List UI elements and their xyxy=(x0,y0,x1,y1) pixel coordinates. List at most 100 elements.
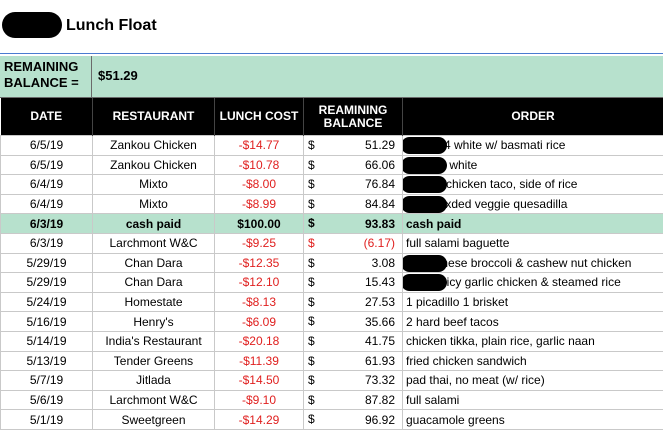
cell-restaurant[interactable]: Homestate xyxy=(92,291,215,313)
cell-balance[interactable]: $87.82 xyxy=(303,389,403,411)
cell-date[interactable]: 5/24/19 xyxy=(0,291,93,313)
cell-order[interactable]: full salami xyxy=(402,389,663,411)
table-row: 6/5/19 Zankou Chicken -$10.78 $66.06/4 whit… xyxy=(0,154,663,176)
cell-date[interactable]: 5/29/19 xyxy=(0,272,93,293)
cell-balance[interactable]: $61.93 xyxy=(303,350,403,372)
cell-order[interactable]: 1/4 white w/ basmati rice xyxy=(402,135,663,156)
currency-symbol: $ xyxy=(308,216,315,231)
cell-lunch-cost[interactable]: -$14.77 xyxy=(214,135,304,156)
table-row: 5/13/19 Tender Greens -$11.39 $61.93 fried c… xyxy=(0,350,663,372)
cell-balance[interactable]: $93.83 xyxy=(303,213,403,234)
cell-lunch-cost[interactable]: -$12.10 xyxy=(214,272,304,293)
cell-order[interactable]: 1 picadillo 1 brisket xyxy=(402,291,663,313)
cell-date[interactable]: 6/5/19 xyxy=(0,135,93,156)
balance-amount: 15.43 xyxy=(364,275,395,290)
header-balance-line2: BALANCE xyxy=(323,115,383,130)
cell-lunch-cost[interactable]: -$14.50 xyxy=(214,370,304,391)
order-text: /4 white xyxy=(436,157,478,172)
currency-symbol: $ xyxy=(308,373,315,388)
cell-order[interactable]: 1 chicken taco, side of rice xyxy=(402,174,663,195)
cell-order[interactable]: full salami baguette xyxy=(402,232,663,254)
balance-amount: 3.08 xyxy=(371,255,395,270)
cell-lunch-cost[interactable]: -$8.13 xyxy=(214,291,304,313)
sheet-title[interactable]: Lunch Float xyxy=(66,17,157,35)
cell-restaurant[interactable]: Chan Dara xyxy=(92,252,215,274)
order-text: cash paid xyxy=(406,216,462,231)
header-remaining-balance[interactable]: REAMINING BALANCE xyxy=(303,98,403,136)
cell-lunch-cost[interactable]: -$11.39 xyxy=(214,350,304,372)
cell-balance[interactable]: $15.43 xyxy=(303,272,403,293)
cell-order[interactable]: pad thai, no meat (w/ rice) xyxy=(402,370,663,391)
title-bar: Lunch Float xyxy=(0,0,663,54)
cell-date[interactable]: 6/3/19 xyxy=(0,232,93,254)
cell-lunch-cost[interactable]: -$14.29 xyxy=(214,409,304,430)
cell-order[interactable]: 2 hard beef tacos xyxy=(402,311,663,332)
cell-balance[interactable]: $35.66 xyxy=(303,311,403,332)
cell-balance[interactable]: $84.84 xyxy=(303,193,403,215)
cell-date[interactable]: 5/1/19 xyxy=(0,409,93,430)
cell-lunch-cost[interactable]: -$6.09 xyxy=(214,311,304,332)
cell-restaurant[interactable]: Larchmont W&C xyxy=(92,389,215,411)
balance-amount: 51.29 xyxy=(364,138,395,153)
cell-restaurant[interactable]: Jitlada xyxy=(92,370,215,391)
cell-order[interactable]: cash paid xyxy=(402,213,663,234)
cell-restaurant[interactable]: India's Restaurant xyxy=(92,330,215,352)
cell-date[interactable]: 6/3/19 xyxy=(0,213,93,234)
cell-balance[interactable]: $96.92 xyxy=(303,409,403,430)
remaining-balance-value[interactable]: $51.29 xyxy=(98,68,138,83)
cell-balance[interactable]: $51.29 xyxy=(303,135,403,156)
cell-date[interactable]: 5/6/19 xyxy=(0,389,93,411)
cell-restaurant[interactable]: Mixto xyxy=(92,174,215,195)
header-lunch-cost[interactable]: LUNCH COST xyxy=(214,98,304,136)
cell-balance[interactable]: $73.32 xyxy=(303,370,403,391)
cell-restaurant[interactable]: Tender Greens xyxy=(92,350,215,372)
cell-lunch-cost[interactable]: -$20.18 xyxy=(214,330,304,352)
table-row: 5/6/19 Larchmont W&C -$9.10 $87.82 full sala… xyxy=(0,389,663,411)
cell-balance[interactable]: $27.53 xyxy=(303,291,403,313)
cell-balance[interactable]: $66.06 xyxy=(303,154,403,176)
header-order[interactable]: ORDER xyxy=(402,98,663,136)
cell-restaurant[interactable]: cash paid xyxy=(92,213,215,234)
cell-lunch-cost[interactable]: -$8.99 xyxy=(214,193,304,215)
cell-lunch-cost[interactable]: -$8.00 xyxy=(214,174,304,195)
currency-symbol: $ xyxy=(308,353,315,368)
cell-balance[interactable]: $41.75 xyxy=(303,330,403,352)
cell-order[interactable]: guacamole greens xyxy=(402,409,663,430)
cell-restaurant[interactable]: Sweetgreen xyxy=(92,409,215,430)
cell-balance[interactable]: $ (6.17) xyxy=(303,232,403,254)
cell-date[interactable]: 5/7/19 xyxy=(0,370,93,391)
cell-restaurant[interactable]: Mixto xyxy=(92,193,215,215)
cell-date[interactable]: 6/4/19 xyxy=(0,193,93,215)
cell-balance[interactable]: $76.84 xyxy=(303,174,403,195)
cell-restaurant[interactable]: Zankou Chicken xyxy=(92,154,215,176)
currency-symbol: $ xyxy=(308,138,315,152)
cell-date[interactable]: 5/13/19 xyxy=(0,350,93,372)
cell-restaurant[interactable]: Chan Dara xyxy=(92,272,215,293)
header-date[interactable]: DATE xyxy=(0,98,93,136)
order-text: hinese broccoli & cashew nut chicken xyxy=(432,255,632,270)
cell-order[interactable]: /4 white xyxy=(402,154,663,176)
remaining-balance-label[interactable]: REMAINING BALANCE = xyxy=(0,56,92,98)
cell-restaurant[interactable]: Henry's xyxy=(92,311,215,332)
cell-order[interactable]: chicken tikka, plain rice, garlic naan xyxy=(402,330,663,352)
cell-order[interactable]: fried chicken sandwich xyxy=(402,350,663,372)
cell-lunch-cost[interactable]: -$10.78 xyxy=(214,154,304,176)
cell-order[interactable]: spicy garlic chicken & steamed rice xyxy=(402,272,663,293)
cell-lunch-cost[interactable]: -$9.25 xyxy=(214,232,304,254)
header-restaurant[interactable]: RESTAURANT xyxy=(92,98,215,136)
cell-lunch-cost[interactable]: $100.00 xyxy=(214,213,304,234)
cell-lunch-cost[interactable]: -$9.10 xyxy=(214,389,304,411)
cell-date[interactable]: 6/5/19 xyxy=(0,154,93,176)
cell-order[interactable]: nixded veggie quesadilla xyxy=(402,193,663,215)
balance-label-line1: REMAINING xyxy=(4,59,79,74)
cell-lunch-cost[interactable]: -$12.35 xyxy=(214,252,304,274)
cell-date[interactable]: 5/29/19 xyxy=(0,252,93,274)
cell-date[interactable]: 5/16/19 xyxy=(0,311,93,332)
cell-restaurant[interactable]: Zankou Chicken xyxy=(92,135,215,156)
cell-date[interactable]: 6/4/19 xyxy=(0,174,93,195)
remaining-balance-row: REMAINING BALANCE = $51.29 xyxy=(0,56,663,98)
cell-order[interactable]: hinese broccoli & cashew nut chicken xyxy=(402,252,663,274)
cell-date[interactable]: 5/14/19 xyxy=(0,330,93,352)
cell-balance[interactable]: $3.08 xyxy=(303,252,403,274)
cell-restaurant[interactable]: Larchmont W&C xyxy=(92,232,215,254)
